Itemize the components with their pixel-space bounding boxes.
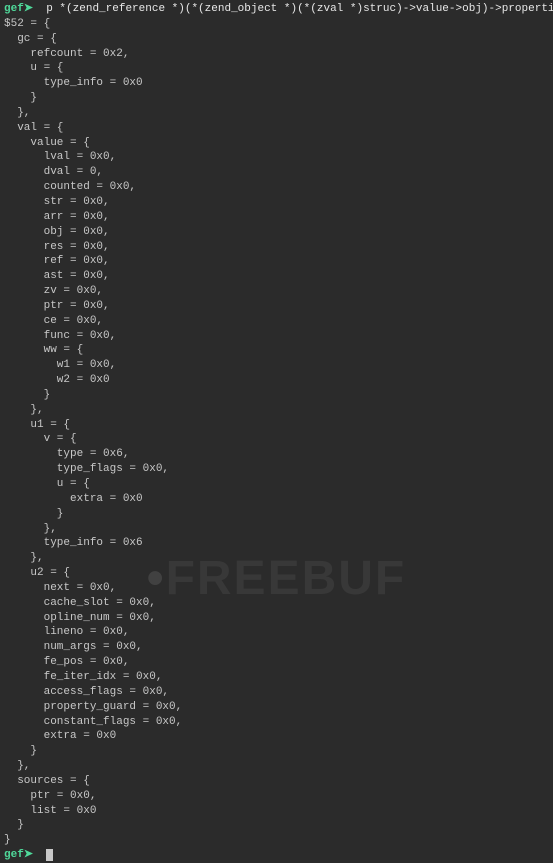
output-line: u = { — [4, 477, 549, 492]
output-line: str = 0x0, — [4, 195, 549, 210]
output-line: lval = 0x0, — [4, 150, 549, 165]
output-line: u = { — [4, 61, 549, 76]
output-line: }, — [4, 551, 549, 566]
output-line: opline_num = 0x0, — [4, 611, 549, 626]
output-line: } — [4, 507, 549, 522]
output-line: lineno = 0x0, — [4, 625, 549, 640]
output-line: zv = 0x0, — [4, 284, 549, 299]
output-line: } — [4, 818, 549, 833]
output-line: arr = 0x0, — [4, 210, 549, 225]
output-line: extra = 0x0 — [4, 729, 549, 744]
prompt-line[interactable]: gef➤ — [4, 848, 549, 863]
output-line: fe_pos = 0x0, — [4, 655, 549, 670]
output-line: res = 0x0, — [4, 240, 549, 255]
cursor — [46, 849, 53, 861]
output-line: type_info = 0x0 — [4, 76, 549, 91]
command-line: gef➤ p *(zend_reference *)(*(zend_object… — [4, 2, 549, 17]
output-line: } — [4, 833, 549, 848]
output-line: u2 = { — [4, 566, 549, 581]
output-line: extra = 0x0 — [4, 492, 549, 507]
output-line: ptr = 0x0, — [4, 789, 549, 804]
output-line: }, — [4, 522, 549, 537]
output-line: sources = { — [4, 774, 549, 789]
output-line: value = { — [4, 136, 549, 151]
output-line: v = { — [4, 432, 549, 447]
output-line: ptr = 0x0, — [4, 299, 549, 314]
output-line: gc = { — [4, 32, 549, 47]
output-line: } — [4, 91, 549, 106]
output-line: }, — [4, 106, 549, 121]
output-line: type = 0x6, — [4, 447, 549, 462]
command-text: p *(zend_reference *)(*(zend_object *)(*… — [33, 3, 553, 15]
output-line: val = { — [4, 121, 549, 136]
output-block: $52 = { gc = { refcount = 0x2, u = { typ… — [4, 17, 549, 848]
output-line: } — [4, 744, 549, 759]
output-line: access_flags = 0x0, — [4, 685, 549, 700]
output-line: dval = 0, — [4, 165, 549, 180]
output-line: ce = 0x0, — [4, 314, 549, 329]
output-line: } — [4, 388, 549, 403]
output-line: func = 0x0, — [4, 329, 549, 344]
output-line: type_info = 0x6 — [4, 536, 549, 551]
output-line: counted = 0x0, — [4, 180, 549, 195]
output-line: ast = 0x0, — [4, 269, 549, 284]
output-line: w1 = 0x0, — [4, 358, 549, 373]
output-line: ref = 0x0, — [4, 254, 549, 269]
output-line: num_args = 0x0, — [4, 640, 549, 655]
output-line: }, — [4, 403, 549, 418]
output-line: }, — [4, 759, 549, 774]
output-line: fe_iter_idx = 0x0, — [4, 670, 549, 685]
output-line: w2 = 0x0 — [4, 373, 549, 388]
output-line: list = 0x0 — [4, 804, 549, 819]
output-line: type_flags = 0x0, — [4, 462, 549, 477]
output-line: obj = 0x0, — [4, 225, 549, 240]
prompt: gef➤ — [4, 849, 33, 861]
output-line: u1 = { — [4, 418, 549, 433]
output-line: ww = { — [4, 343, 549, 358]
output-line: property_guard = 0x0, — [4, 700, 549, 715]
output-line: cache_slot = 0x0, — [4, 596, 549, 611]
output-line: refcount = 0x2, — [4, 47, 549, 62]
output-line: constant_flags = 0x0, — [4, 715, 549, 730]
output-line: $52 = { — [4, 17, 549, 32]
output-line: next = 0x0, — [4, 581, 549, 596]
prompt: gef➤ — [4, 3, 33, 15]
